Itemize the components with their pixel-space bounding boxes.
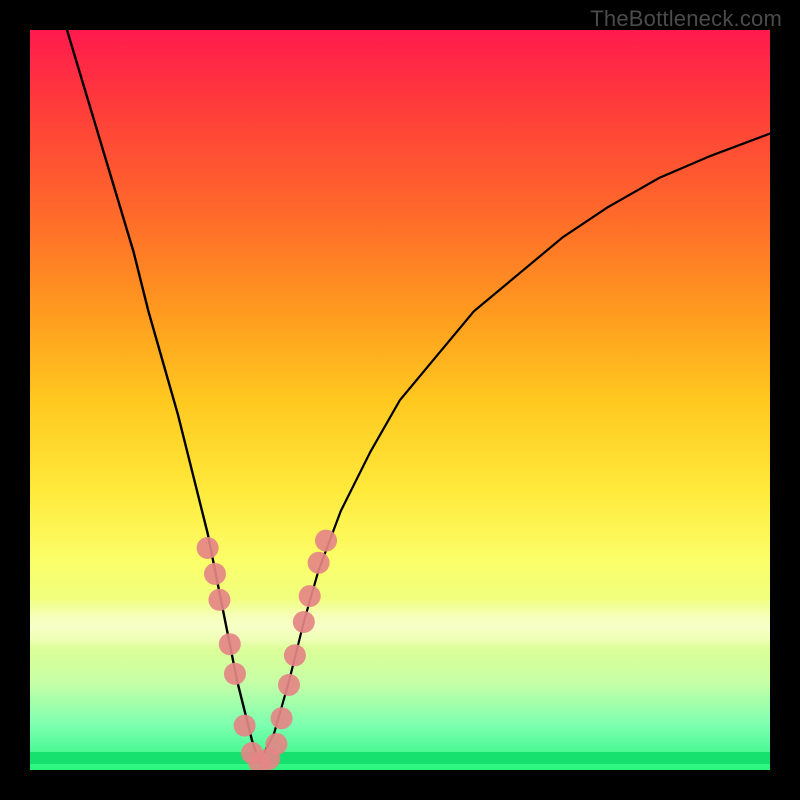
marker-dot: [219, 633, 241, 655]
watermark-text: TheBottleneck.com: [590, 6, 782, 32]
marker-dot: [299, 585, 321, 607]
right-branch-curve: [259, 134, 770, 763]
marker-dot: [265, 733, 287, 755]
marker-dot: [271, 707, 293, 729]
marker-dot: [284, 644, 306, 666]
marker-dot: [315, 530, 337, 552]
plot-area: [30, 30, 770, 770]
marker-dot: [308, 552, 330, 574]
marker-dot: [293, 611, 315, 633]
marker-dot: [208, 589, 230, 611]
marker-dot: [234, 715, 256, 737]
chart-frame: TheBottleneck.com: [0, 0, 800, 800]
marker-dot: [197, 537, 219, 559]
marker-group: [197, 530, 337, 770]
marker-dot: [278, 674, 300, 696]
curve-layer: [30, 30, 770, 770]
marker-dot: [224, 663, 246, 685]
marker-dot: [204, 563, 226, 585]
